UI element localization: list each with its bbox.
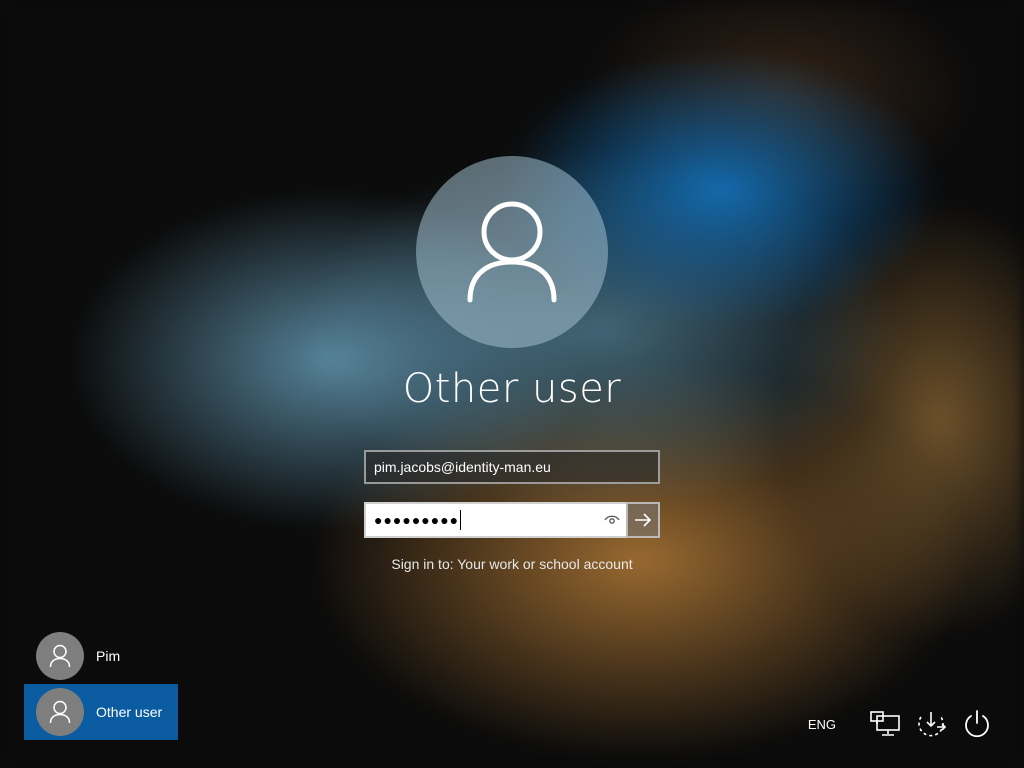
email-field[interactable]: pim.jacobs@identity-man.eu — [364, 450, 660, 484]
sign-in-target-note: Sign in to: Your work or school account — [391, 556, 633, 572]
power-button[interactable] — [960, 707, 994, 741]
submit-button[interactable] — [626, 502, 660, 538]
person-icon — [49, 700, 71, 724]
network-button[interactable] — [868, 707, 902, 741]
person-icon — [467, 201, 557, 303]
avatar — [36, 688, 84, 736]
lock-screen: Other user pim.jacobs@identity-man.eu ●●… — [0, 0, 1024, 768]
password-masked-value: ●●●●●●●●● — [374, 512, 460, 528]
avatar — [36, 632, 84, 680]
account-name-heading: Other user — [402, 366, 622, 412]
arrow-right-icon — [635, 513, 652, 527]
user-item-other-user[interactable]: Other user — [24, 684, 178, 740]
user-item-pim[interactable]: Pim — [24, 628, 178, 684]
user-item-label: Other user — [96, 704, 163, 720]
person-icon — [49, 644, 71, 668]
power-icon — [965, 710, 989, 738]
user-switcher-list: Pim Other user — [24, 628, 178, 740]
system-tray: ENG — [808, 704, 994, 744]
user-item-label: Pim — [96, 648, 121, 664]
password-row: ●●●●●●●●● — [364, 502, 660, 538]
ease-of-access-icon — [918, 712, 947, 737]
text-caret — [460, 510, 462, 530]
password-field[interactable]: ●●●●●●●●● — [364, 502, 626, 538]
network-icon — [870, 711, 900, 736]
ease-of-access-button[interactable] — [914, 707, 948, 741]
account-avatar — [416, 156, 608, 348]
eye-icon[interactable] — [604, 514, 620, 526]
language-indicator[interactable]: ENG — [808, 717, 836, 732]
